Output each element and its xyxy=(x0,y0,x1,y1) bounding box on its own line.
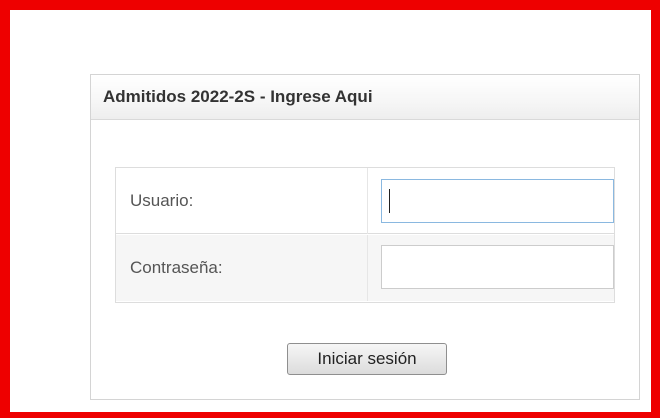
text-caret xyxy=(389,189,390,213)
username-input[interactable] xyxy=(381,179,614,223)
highlight-frame: Admitidos 2022-2S - Ingrese Aqui Usuario… xyxy=(0,0,660,418)
cell-divider xyxy=(367,235,368,301)
password-label: Contraseña: xyxy=(130,258,223,277)
username-row: Usuario: xyxy=(116,168,614,234)
login-form: Usuario: Contraseña: xyxy=(115,167,615,303)
login-panel: Admitidos 2022-2S - Ingrese Aqui Usuario… xyxy=(90,74,640,400)
password-row: Contraseña: xyxy=(116,235,614,301)
cell-divider xyxy=(367,168,368,234)
username-label: Usuario: xyxy=(130,191,194,210)
password-input[interactable] xyxy=(381,245,614,289)
login-button[interactable]: Iniciar sesión xyxy=(287,343,447,375)
panel-title: Admitidos 2022-2S - Ingrese Aqui xyxy=(91,75,639,120)
